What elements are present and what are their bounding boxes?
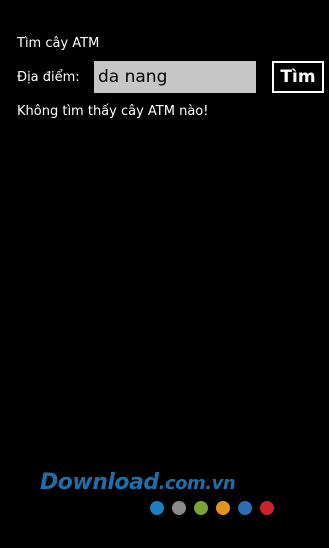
watermark-logo: Download.com.vn <box>40 470 290 520</box>
location-input[interactable] <box>94 61 256 93</box>
watermark-dots <box>150 501 274 515</box>
watermark-domain: .com.vn <box>158 473 236 494</box>
page-title: Tìm cây ATM <box>17 36 100 51</box>
watermark-dot <box>238 501 252 515</box>
watermark-dot <box>216 501 230 515</box>
watermark-dot <box>260 501 274 515</box>
watermark-dot <box>194 501 208 515</box>
watermark-main: Download <box>40 470 159 495</box>
watermark-dot <box>172 501 186 515</box>
location-label: Địa điểm: <box>17 70 80 85</box>
search-button[interactable]: Tìm <box>272 61 324 93</box>
status-message: Không tìm thấy cây ATM nào! <box>17 104 209 119</box>
watermark-text: Download.com.vn <box>40 470 236 495</box>
watermark-dot <box>150 501 164 515</box>
